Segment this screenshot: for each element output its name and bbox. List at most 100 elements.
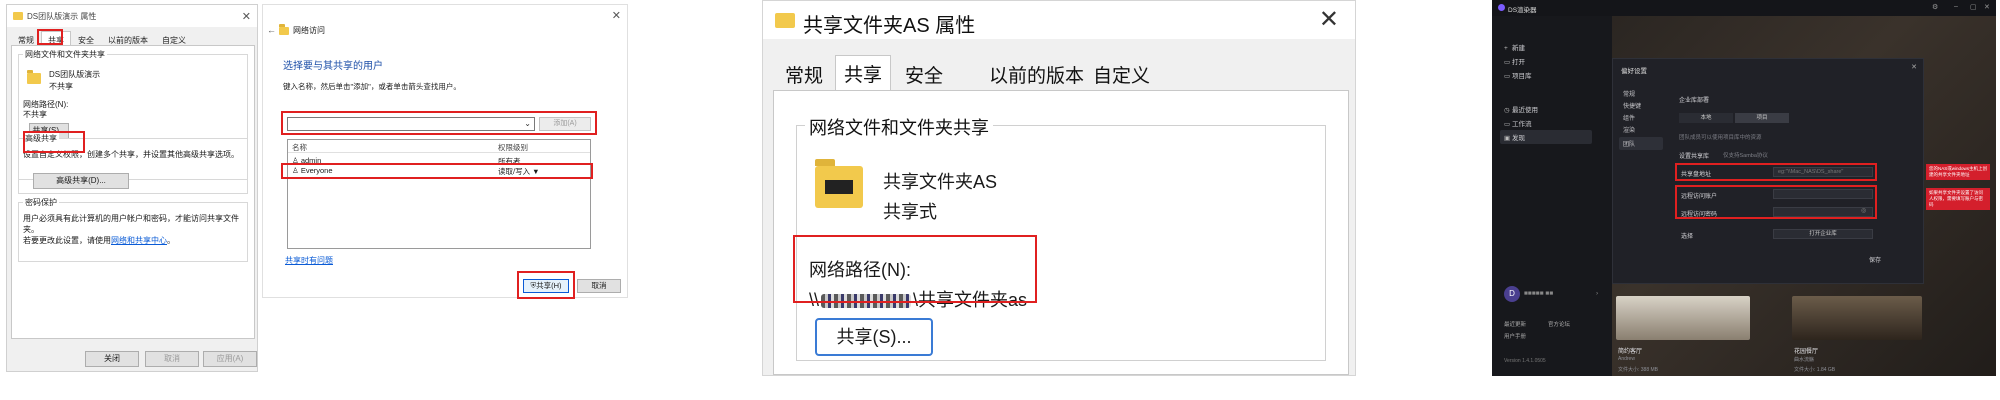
app-title: DS渲染器: [1508, 7, 1537, 14]
folder-icon: [13, 12, 23, 20]
preferences-modal: 偏好设置 ✕ 常规 快捷键 组件 渲染 团队 企业库部署 本地 项目 团队成员可…: [1612, 58, 1924, 284]
highlight-sharing-tab: [37, 29, 63, 45]
recent-updates-link[interactable]: 最近更新: [1504, 320, 1526, 328]
tab-previous-versions[interactable]: 以前的版本: [981, 57, 1092, 89]
share-button[interactable]: 共享(S)...: [815, 318, 933, 356]
close-icon[interactable]: ✕: [612, 9, 621, 22]
close-icon[interactable]: ✕: [1984, 3, 1990, 11]
card-author: Andrew: [1618, 356, 1635, 362]
section-title: 企业库部署: [1679, 98, 1710, 104]
app-logo-icon: [1498, 4, 1505, 11]
sidebar-item-new[interactable]: + 新建: [1504, 42, 1525, 52]
card-size: 文件大小: 388 MB: [1618, 367, 1659, 373]
highlight-address-field: [1675, 163, 1877, 181]
settings-icon[interactable]: ⚙: [1932, 3, 1938, 11]
sidebar-item-workflow[interactable]: ▭ 工作流: [1504, 118, 1532, 128]
network-center-link[interactable]: 网络和共享中心: [111, 236, 167, 245]
folder-share-state: 不共享: [49, 82, 73, 91]
annotation-address: 您的NAS或windows主机上创建的共享文件夹地址: [1926, 164, 1990, 180]
group-title: 网络文件和文件夹共享: [23, 49, 107, 60]
password-desc: 用户必须具有此计算机的用户帐户和密码，才能访问共享文件夹。: [23, 214, 239, 234]
maximize-icon[interactable]: ▢: [1970, 3, 1977, 11]
close-icon[interactable]: ✕: [1319, 5, 1339, 34]
renderer-app-window: DS渲染器 ⚙ – ▢ ✕ + 新建 ▭ 打开 ▭ 项目库 ◷ 最近使用 ▭ 工作流 ▣ 发…: [1492, 0, 1996, 376]
sidebar-item-library[interactable]: ▭ 项目库: [1504, 70, 1532, 80]
segment-local[interactable]: 本地: [1679, 113, 1733, 123]
header-divider: [288, 152, 590, 153]
workflow-icon: ▭: [1504, 121, 1511, 128]
minimize-icon[interactable]: –: [1954, 3, 1958, 10]
project-thumbnail[interactable]: [1616, 296, 1750, 340]
highlight-share-button: [23, 131, 85, 153]
share-library-label: 设置共享库: [1679, 154, 1710, 160]
dialog-description: 键入名称，然后单击"添加"，或者单击箭头查找用户。: [283, 82, 461, 91]
folder-icon: [775, 13, 795, 28]
project-thumbnail[interactable]: [1792, 296, 1922, 340]
highlight-share-confirm: [517, 271, 575, 299]
chevron-right-icon[interactable]: ›: [1596, 290, 1598, 297]
samba-hint: 仅支持Samba协议: [1723, 153, 1768, 159]
sidebar-item-label: 发现: [1512, 135, 1525, 142]
sidebar-item-label: 工作流: [1512, 121, 1532, 128]
cancel-button[interactable]: 取消: [145, 351, 199, 367]
choose-label: 选择: [1681, 234, 1694, 240]
sharing-pane: 网络文件和文件夹共享 共享文件夹AS 共享式 网络路径(N): \\ \共享文件夹…: [773, 90, 1349, 375]
open-library-button[interactable]: 打开企业库: [1773, 229, 1873, 239]
group-title: 网络文件和文件夹共享: [805, 114, 993, 140]
tab-general[interactable]: 常规: [777, 57, 831, 89]
close-button[interactable]: 关闭: [85, 351, 139, 367]
tab-security[interactable]: 安全: [897, 57, 951, 89]
dialog-titlebar: 共享文件夹AS 属性 ✕: [763, 1, 1355, 39]
sidebar-item-recent[interactable]: ◷ 最近使用: [1504, 104, 1538, 114]
card-size: 文件大小: 1.84 GB: [1794, 367, 1836, 373]
password-suffix: 。: [167, 236, 175, 245]
save-button[interactable]: 保存: [1869, 255, 1881, 264]
close-icon[interactable]: ✕: [1911, 63, 1917, 71]
folder-open-icon: ▭: [1504, 59, 1511, 66]
cancel-button[interactable]: 取消: [577, 279, 621, 293]
folder-icon: [27, 70, 41, 84]
sidebar: + 新建 ▭ 打开 ▭ 项目库 ◷ 最近使用 ▭ 工作流 ▣ 发现 D ■■■■■ ■■ ›…: [1492, 16, 1612, 376]
network-access-dialog: ← 网络访问 ✕ 选择要与其共享的用户 键入名称，然后单击"添加"，或者单击箭头…: [262, 4, 628, 299]
sharing-pane: 网络文件和文件夹共享 DS团队版演示 不共享 网络路径(N): 不共享 共享(S…: [11, 45, 255, 339]
sidebar-item-open[interactable]: ▭ 打开: [1504, 56, 1525, 66]
user-name: ■■■■■ ■■: [1524, 290, 1554, 297]
segment-project[interactable]: 项目: [1735, 113, 1789, 123]
forum-link[interactable]: 官方论坛: [1548, 320, 1570, 328]
avatar[interactable]: D: [1504, 286, 1520, 302]
highlight-credentials: [1675, 185, 1877, 219]
password-prefix: 若要更改此设置，请使用: [23, 236, 111, 245]
window-title: 网络访问: [293, 26, 325, 35]
annotation-credentials: 如果共享文件夹设置了访问人权限，需要填写账户与密码: [1926, 188, 1990, 210]
user-permission-list: 名称 权限级别 ♙ admin 所有者 ♙ Everyone 读取/写入 ▼: [287, 139, 591, 249]
sidebar-item-label: 打开: [1512, 59, 1525, 66]
zoomed-properties-dialog: 共享文件夹AS 属性 ✕ 常规 共享 安全 以前的版本 自定义 网络文件和文件夹…: [762, 0, 1356, 376]
password-change-text: 若要更改此设置，请使用网络和共享中心。: [23, 235, 175, 246]
discover-icon: ▣: [1504, 135, 1511, 142]
sidebar-item-label: 最近使用: [1512, 107, 1538, 114]
advanced-sharing-button[interactable]: 高级共享(D)...: [33, 173, 129, 189]
modal-nav-render[interactable]: 渲染: [1619, 123, 1663, 136]
plus-icon: +: [1504, 45, 1508, 52]
card-title: 简约客厅: [1618, 349, 1643, 355]
shared-folder-icon: [815, 159, 863, 208]
sharing-help-link[interactable]: 共享时有问题: [285, 255, 333, 266]
sidebar-item-discover[interactable]: ▣ 发现: [1500, 130, 1592, 144]
manual-link[interactable]: 用户手册: [1504, 332, 1526, 340]
dialog-title: 共享文件夹AS 属性: [803, 15, 976, 37]
modal-nav-team[interactable]: 团队: [1619, 137, 1663, 150]
highlight-network-path: [793, 235, 1037, 303]
apply-button[interactable]: 应用(A): [203, 351, 257, 367]
app-titlebar: DS渲染器 ⚙ – ▢ ✕: [1492, 0, 1996, 16]
section-hint: 团队成员可以使用项目库中的资源: [1679, 135, 1762, 141]
folder-icon: [279, 24, 289, 35]
group-title: 密码保护: [23, 197, 59, 208]
tab-sharing[interactable]: 共享: [835, 55, 892, 91]
back-arrow-icon[interactable]: ←: [267, 25, 276, 35]
card-author: 曲水流觞: [1794, 357, 1815, 363]
password-protection-group: 密码保护 用户必须具有此计算机的用户帐户和密码，才能访问共享文件夹。 若要更改此…: [18, 197, 248, 262]
close-icon[interactable]: ✕: [242, 10, 251, 23]
clock-icon: ◷: [1504, 107, 1510, 114]
folder-properties-dialog: DS团队版演示 属性 ✕ 常规 共享 安全 以前的版本 自定义 网络文件和文件夹…: [6, 4, 258, 372]
tab-customize[interactable]: 自定义: [1085, 57, 1158, 89]
